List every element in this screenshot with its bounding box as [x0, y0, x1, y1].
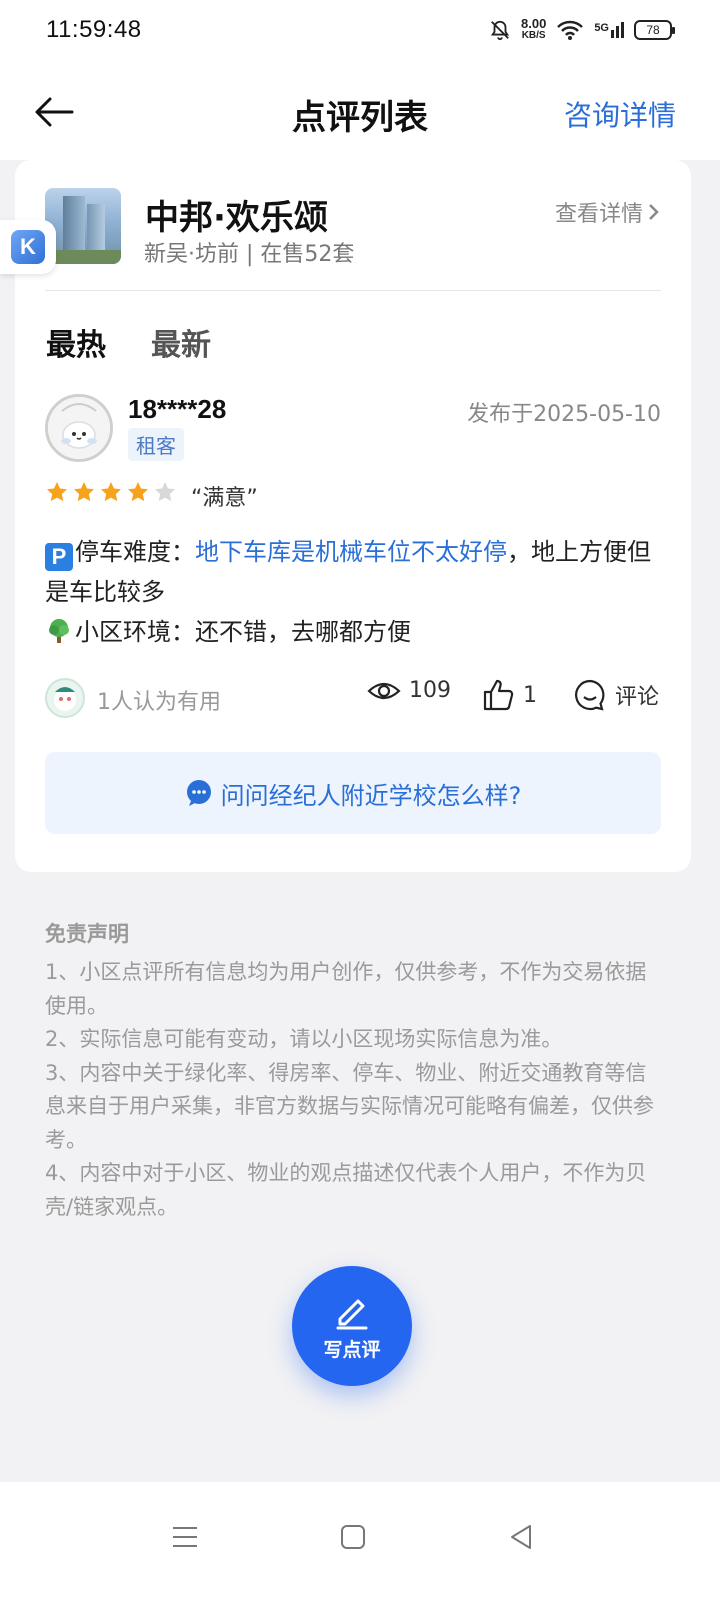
parking-icon: P — [45, 543, 73, 571]
consult-details-link[interactable]: 咨询详情 — [564, 94, 676, 134]
publish-date: 发布于2025-05-10 — [467, 402, 661, 427]
star-filled-icon — [74, 482, 94, 502]
view-count-value: 109 — [409, 678, 451, 703]
net-speed-value: 8.00 — [521, 16, 547, 31]
k-logo-icon: K — [11, 230, 45, 264]
view-details-label: 查看详情 — [554, 202, 643, 227]
star-filled-icon — [47, 482, 67, 502]
wifi-icon — [557, 20, 584, 40]
ask-agent-label: 问问经纪人附近学校怎么样? — [220, 781, 522, 810]
mute-bell-icon — [490, 20, 510, 41]
view-details-link[interactable]: 查看详情 — [555, 196, 661, 228]
ask-agent-button[interactable]: 问问经纪人附近学校怎么样? — [45, 752, 661, 834]
ghost-avatar-icon — [48, 397, 110, 459]
parking-line: P 停车难度：地下车库是机械车位不太好停，地上方便但是车比较多 — [45, 532, 665, 612]
useful-user-avatar — [45, 678, 85, 718]
disclaimer-line: 4、内容中对于小区、物业的观点描述仅代表个人用户，不作为贝壳/链家观点。 — [45, 1161, 647, 1219]
write-review-label: 写点评 — [323, 1338, 381, 1361]
disclaimer-line: 1、小区点评所有信息均为用户创作，仅供参考，不作为交易依据使用。 — [45, 960, 647, 1018]
user-avatar[interactable] — [45, 394, 113, 462]
environment-text: 还不错，去哪都方便 — [195, 618, 411, 646]
star-rating — [45, 480, 177, 504]
like-count: 1 — [523, 682, 537, 708]
network-type: 5G — [594, 22, 609, 34]
floating-app-badge[interactable]: K — [0, 220, 56, 274]
parking-highlight[interactable]: 地下车库是机械车位不太好停 — [195, 538, 507, 566]
star-empty-icon — [155, 482, 175, 502]
project-thumbnail[interactable] — [45, 188, 121, 264]
cell-signal-icon: 5G — [594, 22, 624, 38]
back-triangle-icon[interactable] — [504, 1520, 538, 1554]
status-time: 11:59:48 — [46, 16, 142, 43]
comment-icon — [575, 679, 605, 711]
status-bar: 11:59:48 8.00 KB/S 5G 78 — [0, 0, 720, 64]
role-badge: 租客 — [128, 428, 184, 461]
parking-label: 停车难度： — [75, 538, 195, 566]
environment-line: 小区环境：还不错，去哪都方便 — [45, 612, 665, 652]
battery-icon: 78 — [634, 20, 675, 40]
review-content: P 停车难度：地下车库是机械车位不太好停，地上方便但是车比较多 小区环境：还不错，… — [45, 532, 665, 652]
chevron-right-icon — [649, 204, 659, 220]
project-name: 中邦·欢乐颂 — [145, 198, 328, 238]
disclaimer-line: 3、内容中关于绿化率、得房率、停车、物业、附近交通教育等信息来自于用户采集，非官… — [45, 1060, 654, 1152]
tree-icon — [49, 619, 69, 643]
pen-icon — [336, 1299, 368, 1329]
status-icons: 8.00 KB/S 5G 78 — [489, 16, 675, 42]
disclaimer-line: 2、实际信息可能有变动，请以小区现场实际信息为准。 — [45, 1027, 563, 1051]
username[interactable]: 18****28 — [128, 394, 226, 425]
cartoon-avatar-icon — [54, 687, 76, 711]
like-button[interactable]: 1 — [481, 678, 537, 712]
system-nav-bar — [0, 1482, 720, 1600]
useful-count-text: 1人认为有用 — [97, 690, 221, 715]
tab-newest[interactable]: 最新 — [151, 320, 211, 364]
comment-label: 评论 — [615, 685, 660, 710]
menu-icon[interactable] — [168, 1520, 202, 1554]
write-review-button[interactable]: 写点评 — [292, 1266, 412, 1386]
tab-hottest-label: 最热 — [46, 328, 106, 363]
tab-hottest[interactable]: 最热 — [46, 320, 106, 364]
top-nav-bar: 点评列表 咨询详情 — [0, 64, 720, 160]
net-speed-unit: KB/S — [521, 30, 546, 41]
star-filled-icon — [101, 482, 121, 502]
disclaimer: 免责声明 1、小区点评所有信息均为用户创作，仅供参考，不作为交易依据使用。 2、… — [45, 918, 665, 1224]
comment-button[interactable]: 评论 — [573, 678, 659, 712]
project-subtitle: 新吴·坊前 | 在售52套 — [144, 242, 355, 267]
home-icon[interactable] — [336, 1520, 370, 1554]
rating-text: “满意” — [191, 486, 258, 511]
star-filled-icon — [128, 482, 148, 502]
thumbs-up-icon — [483, 679, 514, 711]
disclaimer-title: 免责声明 — [45, 922, 129, 946]
net-speed: 8.00 KB/S — [521, 16, 547, 42]
eye-icon — [367, 682, 401, 699]
divider — [45, 290, 661, 291]
environment-label: 小区环境： — [75, 618, 195, 646]
chat-bubble-icon — [186, 780, 211, 806]
view-count: 109 — [367, 678, 451, 703]
review-card: 中邦·欢乐颂 新吴·坊前 | 在售52套 查看详情 最热 最新 18****28… — [15, 160, 691, 872]
